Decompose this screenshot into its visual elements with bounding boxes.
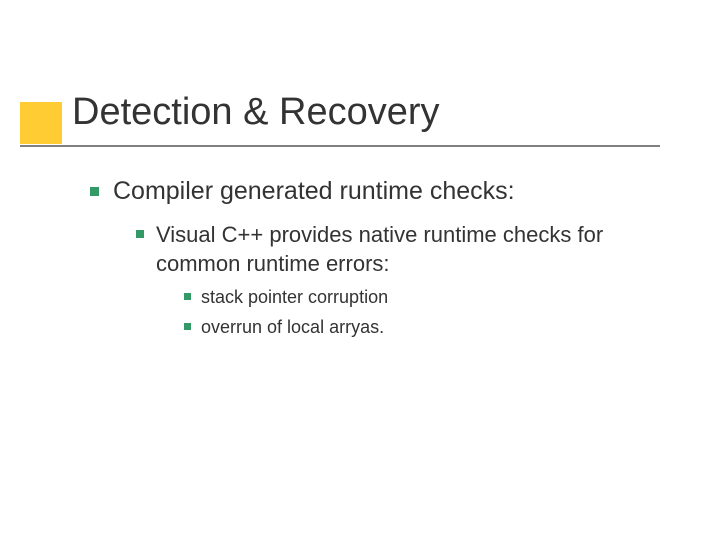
level1-text: Compiler generated runtime checks: xyxy=(113,176,515,207)
slide-body: Compiler generated runtime checks: Visua… xyxy=(90,176,670,339)
slide: Detection & Recovery Compiler generated … xyxy=(0,0,720,540)
title-underline xyxy=(20,145,660,147)
level2-text: Visual C++ provides native runtime check… xyxy=(156,221,670,278)
title-container: Detection & Recovery xyxy=(72,92,680,134)
bullet-level1: Compiler generated runtime checks: xyxy=(90,176,670,207)
bullet-level2: Visual C++ provides native runtime check… xyxy=(136,221,670,278)
square-bullet-icon xyxy=(90,187,99,196)
bullet-level3: stack pointer corruption xyxy=(184,286,670,309)
square-bullet-icon xyxy=(184,293,191,300)
accent-square xyxy=(20,102,62,144)
bullet-level3: overrun of local arryas. xyxy=(184,316,670,339)
level3-text-1: overrun of local arryas. xyxy=(201,316,384,339)
square-bullet-icon xyxy=(184,323,191,330)
slide-title: Detection & Recovery xyxy=(72,92,680,134)
square-bullet-icon xyxy=(136,230,144,238)
level3-text-0: stack pointer corruption xyxy=(201,286,388,309)
